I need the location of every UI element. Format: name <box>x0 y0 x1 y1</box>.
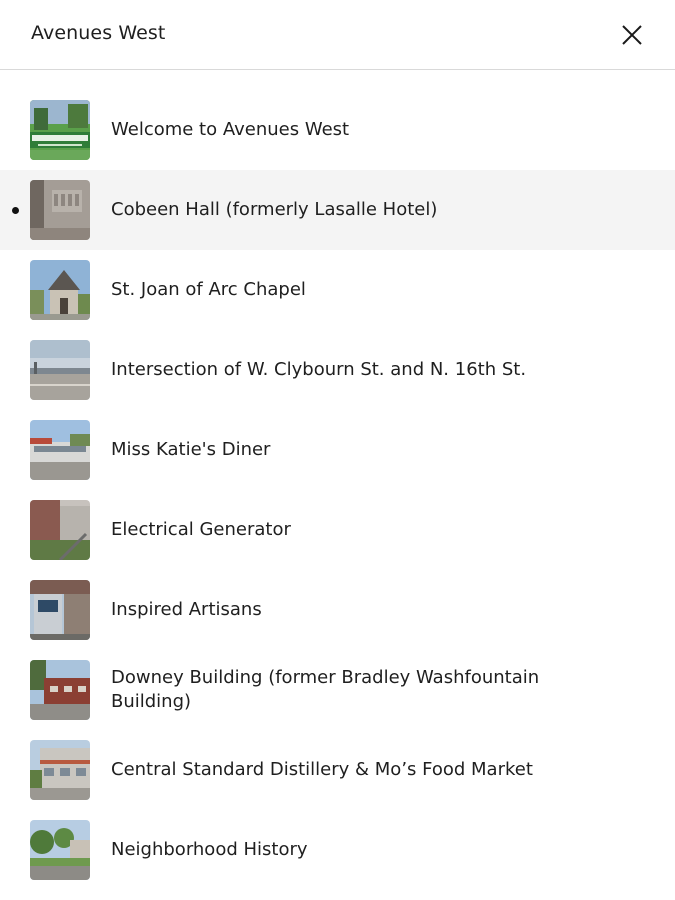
close-icon <box>622 25 642 45</box>
list-item-label: Inspired Artisans <box>111 599 262 620</box>
list-item-label: St. Joan of Arc Chapel <box>111 279 306 300</box>
list-item-label: Cobeen Hall (formerly Lasalle Hotel) <box>111 199 438 220</box>
list-item-label: Electrical Generator <box>111 519 291 540</box>
generator-thumbnail <box>30 500 90 560</box>
panel-header: Avenues West <box>0 0 675 70</box>
neighborhood-street-thumbnail <box>30 820 90 880</box>
list-item-label: Intersection of W. Clybourn St. and N. 1… <box>111 359 527 380</box>
list-item[interactable]: St. Joan of Arc Chapel <box>0 250 675 330</box>
diner-thumbnail <box>30 420 90 480</box>
list-item[interactable]: Electrical Generator <box>0 490 675 570</box>
chapel-thumbnail <box>30 260 90 320</box>
list-item-label: Miss Katie's Diner <box>111 439 271 460</box>
list-item-label: Downey Building (former Bradley Washfoun… <box>111 667 540 712</box>
list-item-label: Welcome to Avenues West <box>111 119 350 140</box>
close-button[interactable] <box>612 15 652 55</box>
list-item[interactable]: Neighborhood History <box>0 810 675 890</box>
building-sign-thumbnail <box>30 180 90 240</box>
distillery-thumbnail <box>30 740 90 800</box>
list-item[interactable]: Inspired Artisans <box>0 570 675 650</box>
list-item[interactable]: Downey Building (former Bradley Washfoun… <box>0 650 675 730</box>
stop-list: Welcome to Avenues West Cobeen Hall (for… <box>0 90 675 890</box>
list-item[interactable]: Central Standard Distillery & Mo’s Food … <box>0 730 675 810</box>
brick-building-thumbnail <box>30 660 90 720</box>
panel-title: Avenues West <box>31 22 166 44</box>
list-item-label: Central Standard Distillery & Mo’s Food … <box>111 759 533 780</box>
street-intersection-thumbnail <box>30 340 90 400</box>
list-item-label: Neighborhood History <box>111 839 308 860</box>
current-item-indicator <box>12 207 19 214</box>
list-item[interactable]: Miss Katie's Diner <box>0 410 675 490</box>
list-item[interactable]: Intersection of W. Clybourn St. and N. 1… <box>0 330 675 410</box>
storefront-thumbnail <box>30 580 90 640</box>
list-item[interactable]: Welcome to Avenues West <box>0 90 675 170</box>
welcome-sign-thumbnail <box>30 100 90 160</box>
list-item-active[interactable]: Cobeen Hall (formerly Lasalle Hotel) <box>0 170 675 250</box>
